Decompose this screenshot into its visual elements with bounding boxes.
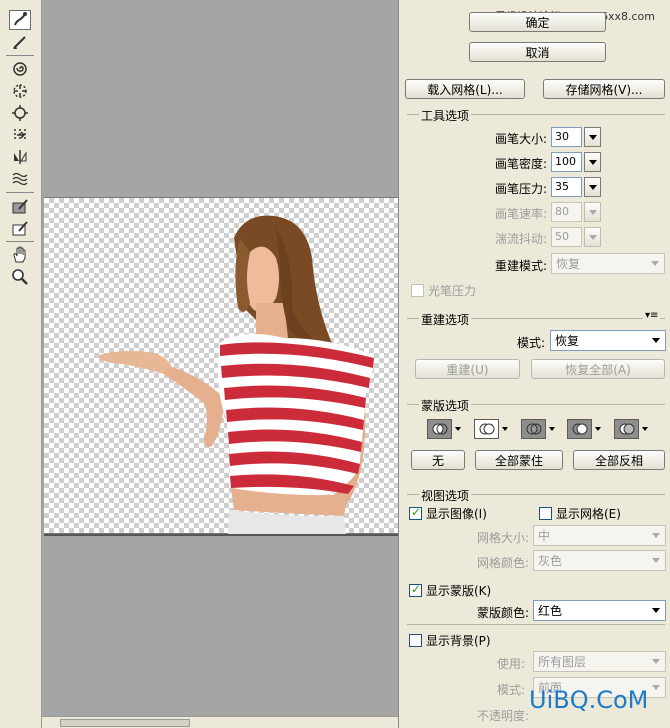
warp-icon: [14, 12, 27, 26]
show-backdrop-checkbox[interactable]: 显示背景(P): [409, 632, 491, 649]
restore-all-button[interactable]: 恢复全部(A): [531, 359, 665, 379]
image-preview[interactable]: [44, 197, 398, 535]
push-left-tool[interactable]: [9, 125, 31, 145]
brush-pressure-label: 画笔压力:: [494, 182, 547, 196]
woman-striped-shirt-image: [99, 215, 374, 535]
mirror-icon: [14, 150, 27, 164]
hand-icon: [13, 246, 26, 263]
brush-density-field[interactable]: 100: [551, 152, 601, 172]
mask-add-button[interactable]: [474, 419, 508, 439]
mask-invert-button[interactable]: [614, 419, 648, 439]
brush-size-label: 画笔大小:: [494, 132, 547, 146]
pucker-tool[interactable]: [9, 81, 31, 101]
backdrop-mode-label: 模式:: [496, 683, 525, 697]
mask-replace-icon: [432, 423, 447, 435]
mask-subtract-icon: [526, 423, 541, 435]
scrollbar-thumb[interactable]: [60, 719, 190, 727]
brush-pressure-field[interactable]: 35: [551, 177, 601, 197]
backdrop-use-select: 所有图层: [533, 651, 666, 672]
ok-button[interactable]: 确定: [469, 12, 606, 32]
mask-color-select[interactable]: 红色: [533, 600, 666, 621]
mask-color-label: 蒙版颜色:: [476, 606, 529, 620]
mask-options-title: 蒙版选项: [419, 397, 472, 414]
chevron-down-icon: [584, 127, 601, 147]
reconstruct-mode-label: 重建模式:: [494, 259, 547, 273]
stylus-pressure-checkbox: 光笔压力: [411, 282, 476, 299]
brush-rate-field: 80: [551, 202, 601, 222]
preview-canvas[interactable]: [42, 0, 398, 728]
opacity-label: 不透明度:: [476, 709, 529, 723]
mesh-color-label: 网格颜色:: [476, 556, 529, 570]
warp-tool[interactable]: [9, 10, 31, 30]
mask-all-button[interactable]: 全部蒙住: [475, 450, 563, 470]
mesh-size-select: 中: [533, 525, 666, 546]
liquify-options-panel: 思缘设计论坛 www.16xx8.com 确定 取消 载入网格(L)... 存储…: [398, 0, 670, 728]
chevron-down-icon: [584, 152, 601, 172]
mask-intersect-icon: [572, 423, 587, 435]
show-mask-checkbox[interactable]: 显示蒙版(K): [409, 582, 491, 599]
twirl-icon: [13, 62, 27, 76]
view-options-title: 视图选项: [419, 487, 472, 504]
reconstruct-button[interactable]: 重建(U): [415, 359, 520, 379]
thaw-mask-tool[interactable]: [9, 218, 31, 238]
mask-intersect-button[interactable]: [567, 419, 601, 439]
thaw-mask-icon: [12, 221, 28, 236]
bloat-tool[interactable]: [9, 103, 31, 123]
tool-options-title: 工具选项: [419, 107, 472, 124]
bloat-icon: [12, 105, 28, 121]
freeze-mask-tool[interactable]: [9, 196, 31, 216]
zoom-icon: [12, 269, 28, 285]
hand-tool[interactable]: [9, 245, 31, 265]
invert-all-button[interactable]: 全部反相: [573, 450, 665, 470]
reconstruct-options-title: 重建选项: [419, 311, 472, 328]
mask-invert-icon: [619, 423, 634, 435]
mirror-tool[interactable]: [9, 147, 31, 167]
mask-replace-button[interactable]: [427, 419, 461, 439]
mask-add-icon: [479, 423, 494, 435]
reconstruct-tool[interactable]: [9, 32, 31, 52]
zoom-tool[interactable]: [9, 267, 31, 287]
brush-size-field[interactable]: 30: [551, 127, 601, 147]
mask-subtract-button[interactable]: [521, 419, 555, 439]
reconstruct-mode-select: 恢复: [551, 253, 665, 274]
show-image-checkbox[interactable]: 显示图像(I): [409, 505, 487, 522]
turbulent-jitter-field: 50: [551, 227, 601, 247]
chevron-down-icon: [584, 177, 601, 197]
brush-density-label: 画笔密度:: [494, 157, 547, 171]
mesh-size-label: 网格大小:: [476, 531, 529, 545]
chevron-down-icon: [584, 227, 601, 247]
use-label: 使用:: [496, 657, 525, 671]
reconstruct-mode-dropdown[interactable]: 恢复: [550, 330, 666, 351]
mask-none-button[interactable]: 无: [411, 450, 465, 470]
push-left-icon: [14, 129, 26, 141]
pucker-icon: [13, 84, 27, 98]
watermark-bottom: UiBQ.CoM: [529, 686, 649, 714]
reconstruct-icon: [13, 36, 26, 49]
save-mesh-button[interactable]: 存储网格(V)...: [543, 79, 665, 99]
chevron-down-icon: [584, 202, 601, 222]
twirl-tool[interactable]: [9, 59, 31, 79]
show-mesh-checkbox[interactable]: 显示网格(E): [539, 505, 621, 522]
brush-rate-label: 画笔速率:: [494, 207, 547, 221]
turbulence-tool[interactable]: [9, 169, 31, 189]
horizontal-scrollbar[interactable]: [42, 716, 398, 728]
turbulence-icon: [12, 172, 28, 186]
mesh-color-select: 灰色: [533, 550, 666, 571]
turbulent-jitter-label: 湍流抖动:: [494, 232, 547, 246]
panel-menu-icon[interactable]: ▾≡: [643, 310, 661, 321]
mode-label: 模式:: [516, 336, 545, 350]
load-mesh-button[interactable]: 载入网格(L)...: [405, 79, 525, 99]
freeze-mask-icon: [12, 199, 28, 214]
cancel-button[interactable]: 取消: [469, 42, 606, 62]
tool-palette: [0, 0, 42, 728]
